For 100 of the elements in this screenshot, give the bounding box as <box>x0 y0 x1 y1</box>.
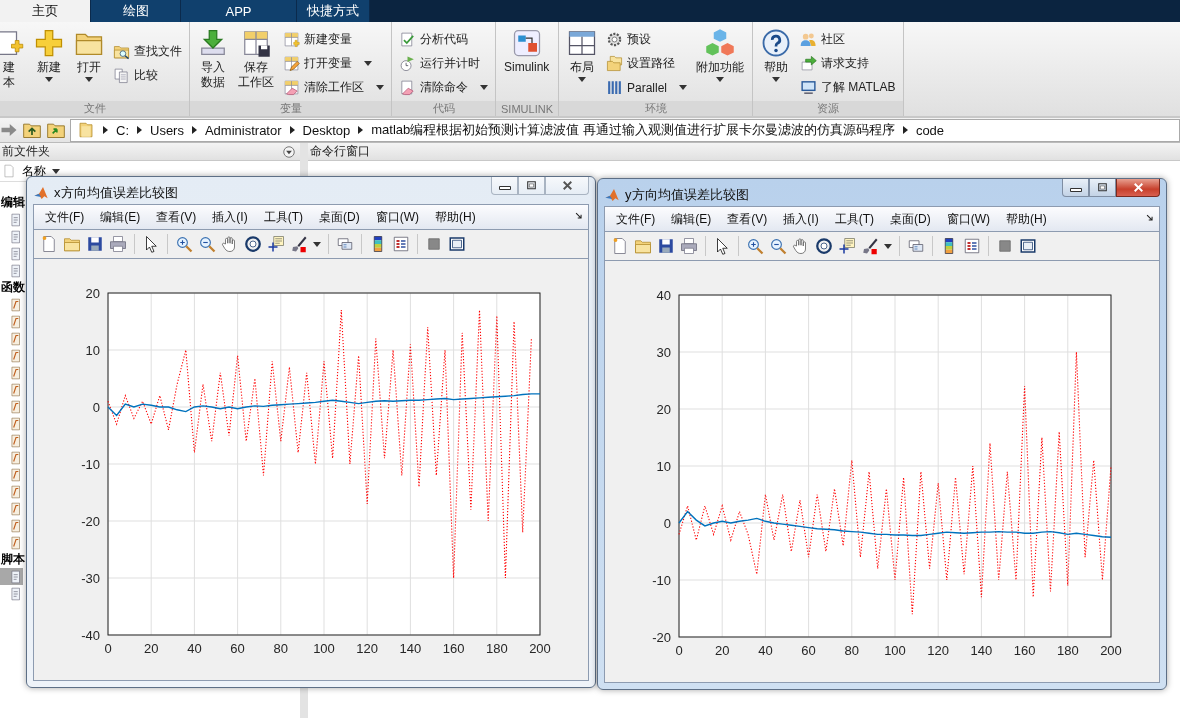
data-cursor-icon[interactable] <box>838 237 856 255</box>
caret-icon[interactable] <box>45 77 53 82</box>
ribbon-button[interactable]: 新建 <box>31 26 67 101</box>
breadcrumb-link[interactable]: matlab编程根据初始预测计算滤波值 再通过输入观测值进行扩展卡尔曼滤波的仿真源码程序 <box>371 121 895 139</box>
zoom-in-icon[interactable] <box>746 237 764 255</box>
file-row[interactable] <box>0 568 23 585</box>
caret-icon[interactable] <box>480 85 488 90</box>
rotate-icon[interactable] <box>244 235 262 253</box>
menu-item[interactable]: 桌面(D) <box>883 208 938 230</box>
rotate-icon[interactable] <box>815 237 833 255</box>
maximize-button[interactable] <box>518 177 545 195</box>
menu-item[interactable]: 编辑(E) <box>93 206 148 228</box>
ribbon-button[interactable]: 打开 <box>71 26 107 101</box>
caret-icon[interactable] <box>85 77 93 82</box>
tab[interactable]: 绘图 <box>91 0 181 22</box>
ribbon-button[interactable]: 了解 MATLAB <box>798 78 898 97</box>
legend-icon[interactable] <box>963 237 981 255</box>
ribbon-button[interactable]: 请求支持 <box>798 54 898 73</box>
ribbon-button[interactable]: 比较 <box>111 66 184 85</box>
linked-windows-icon[interactable] <box>907 237 925 255</box>
ribbon-button[interactable]: 帮助 <box>758 26 795 101</box>
breadcrumb-link[interactable]: code <box>915 122 945 138</box>
ribbon-button[interactable]: 清除命令 <box>397 78 490 97</box>
new-file-icon[interactable] <box>40 235 58 253</box>
menu-item[interactable]: 文件(F) <box>38 206 92 228</box>
caret-icon[interactable] <box>313 241 321 247</box>
window-icon[interactable] <box>1019 237 1037 255</box>
linked-windows-icon[interactable] <box>336 235 354 253</box>
menu-item[interactable]: 窗口(W) <box>939 208 997 230</box>
minimize-button[interactable] <box>1062 179 1089 197</box>
data-cursor-icon[interactable] <box>267 235 285 253</box>
save-icon[interactable] <box>657 237 675 255</box>
ribbon-button[interactable]: 分析代码 <box>397 30 490 49</box>
ribbon-button[interactable]: Parallel <box>604 78 690 97</box>
caret-icon[interactable] <box>716 77 725 82</box>
zoom-out-icon[interactable] <box>198 235 216 253</box>
menu-item[interactable]: 工具(T) <box>256 206 310 228</box>
menu-item[interactable]: 工具(T) <box>827 208 881 230</box>
ribbon-button[interactable]: 社区 <box>798 30 898 49</box>
ribbon-button[interactable]: 附加功能 <box>693 26 748 101</box>
square-icon[interactable] <box>425 235 443 253</box>
ribbon-button[interactable]: 保存 工作区 <box>235 26 277 101</box>
zoom-in-icon[interactable] <box>175 235 193 253</box>
caret-icon[interactable] <box>772 77 781 82</box>
ribbon-button[interactable]: 清除工作区 <box>281 78 386 97</box>
print-icon[interactable] <box>680 237 698 255</box>
menu-item[interactable]: 插入(I) <box>205 206 255 228</box>
path-bar[interactable]: C: Users Administrator Desktop matlab编程根据初始预测计算滤波值 再通过输入观测值进行扩展卡尔曼滤波的仿真源码程序 code <box>70 118 1180 142</box>
tick-label: -30 <box>81 571 100 586</box>
menu-item[interactable]: 查看(V) <box>149 206 204 228</box>
legend-icon[interactable] <box>392 235 410 253</box>
close-button[interactable] <box>545 177 589 195</box>
ribbon-button[interactable]: 设置路径 <box>604 54 690 73</box>
tab[interactable]: 主页 <box>0 0 91 22</box>
window-icon[interactable] <box>448 235 466 253</box>
ribbon-button[interactable]: 查找文件 <box>111 42 184 61</box>
new-file-icon[interactable] <box>611 237 629 255</box>
tab[interactable]: APP <box>181 0 297 22</box>
print-icon[interactable] <box>109 235 127 253</box>
caret-icon[interactable] <box>884 243 892 249</box>
zoom-out-icon[interactable] <box>769 237 787 255</box>
dock-arrow-icon[interactable] <box>1145 213 1155 223</box>
caret-icon[interactable] <box>578 77 586 82</box>
maximize-button[interactable] <box>1089 179 1116 197</box>
ribbon-button[interactable]: Simulink <box>501 26 553 101</box>
menu-item[interactable]: 窗口(W) <box>368 206 426 228</box>
menu-item[interactable]: 文件(F) <box>609 208 663 230</box>
caret-icon[interactable] <box>52 168 60 174</box>
breadcrumb-link[interactable]: C: <box>116 122 129 138</box>
menu-item[interactable]: 帮助(H) <box>999 208 1054 230</box>
ribbon-button[interactable]: 布局 <box>564 26 600 101</box>
close-button[interactable] <box>1116 179 1160 197</box>
square-icon[interactable] <box>996 237 1014 255</box>
menu-item[interactable]: 插入(I) <box>776 208 826 230</box>
open-folder-icon[interactable] <box>634 237 652 255</box>
ribbon-button[interactable]: 打开变量 <box>281 54 386 73</box>
minimize-button[interactable] <box>491 177 518 195</box>
caret-icon[interactable] <box>364 61 372 66</box>
brush-icon[interactable] <box>861 237 879 255</box>
menu-item[interactable]: 编辑(E) <box>664 208 719 230</box>
menu-item[interactable]: 桌面(D) <box>312 206 367 228</box>
menu-item[interactable]: 帮助(H) <box>428 206 483 228</box>
breadcrumb-link[interactable]: Desktop <box>302 122 351 138</box>
column-header[interactable]: 名称 <box>22 162 46 180</box>
caret-icon[interactable] <box>679 85 688 90</box>
ribbon-button[interactable]: 导入 数据 <box>195 26 231 101</box>
ribbon-button[interactable]: 新建变量 <box>281 30 386 49</box>
ribbon-button[interactable]: 建 本 <box>0 26 27 101</box>
breadcrumb-link[interactable]: Administrator <box>204 122 282 138</box>
breadcrumb-link[interactable]: Users <box>150 122 184 138</box>
dropdown-circle-icon[interactable] <box>282 144 296 159</box>
menu-item[interactable]: 查看(V) <box>720 208 775 230</box>
brush-icon[interactable] <box>290 235 308 253</box>
open-folder-icon[interactable] <box>63 235 81 253</box>
ribbon-button[interactable]: 预设 <box>604 30 690 49</box>
caret-icon[interactable] <box>376 85 384 90</box>
save-icon[interactable] <box>86 235 104 253</box>
dock-arrow-icon[interactable] <box>574 211 584 221</box>
tab[interactable]: 快捷方式 <box>297 0 370 22</box>
ribbon-button[interactable]: 运行并计时 <box>397 54 490 73</box>
